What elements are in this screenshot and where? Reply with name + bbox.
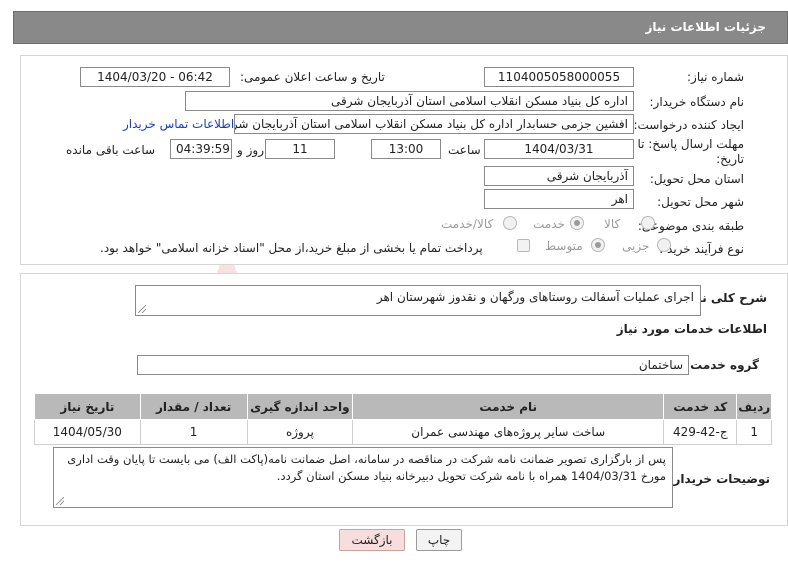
page-title: جزئیات اطلاعات نیاز: [645, 20, 766, 34]
buyer-contact-link[interactable]: اطلاعات تماس خریدار: [123, 117, 234, 131]
services-heading: اطلاعات خدمات مورد نیاز: [616, 322, 767, 336]
buyer-notes-line1: پس از بارگزاری تصویر ضمانت نامه شرکت در …: [67, 452, 666, 466]
process-option-medium: متوسط: [545, 239, 583, 253]
services-table: ردیف کد خدمت نام خدمت واحد اندازه گیری ت…: [34, 393, 772, 445]
col-service-code: کد خدمت: [663, 393, 738, 420]
buyer-notes-label: توضیحات خریدار:: [668, 472, 770, 486]
category-option-goods: کالا: [604, 217, 621, 231]
col-unit: واحد اندازه گیری: [246, 393, 354, 420]
service-group-field: ساختمان: [137, 355, 689, 375]
buyer-notes-line2: مورخ 1404/03/31 همراه با نامه شرکت تحویل…: [276, 469, 666, 483]
deadline-label-line2: تاریخ:: [716, 152, 744, 166]
remaining-time-label: ساعت باقی مانده: [66, 143, 156, 157]
category-radio-service[interactable]: [570, 216, 584, 230]
col-row: ردیف: [736, 393, 772, 420]
cell-unit: پروژه: [246, 419, 354, 445]
days-label: روز و: [237, 143, 264, 157]
requester-field: افشین جزمی حسابدار اداره کل بنیاد مسکن ا…: [234, 114, 634, 134]
deadline-time-label: ساعت: [448, 143, 481, 157]
need-number-label: شماره نیاز:: [687, 70, 744, 84]
city-label: شهر محل تحویل:: [657, 195, 744, 209]
process-option-minor: جزیی: [622, 239, 650, 253]
buyer-label: نام دستگاه خریدار:: [649, 95, 745, 109]
cell-row: 1: [736, 419, 772, 445]
announce-field: 1404/03/20 - 06:42: [80, 67, 230, 87]
treasury-checkbox[interactable]: [517, 239, 530, 252]
days-remaining-field: 11: [265, 139, 335, 159]
buyer-field: اداره کل بنیاد مسکن انقلاب اسلامی استان …: [185, 91, 634, 111]
category-option-goods-service: کالا/خدمت: [441, 217, 494, 231]
category-option-service: خدمت: [533, 217, 565, 231]
process-radio-medium[interactable]: [591, 238, 605, 252]
need-number-field: 1104005058000055: [484, 67, 634, 87]
deadline-date-field: 1404/03/31: [484, 139, 634, 159]
cell-need-date: 1404/05/30: [34, 419, 141, 445]
deadline-label-line1: مهلت ارسال پاسخ: تا: [637, 137, 744, 151]
deadline-time-field: 13:00: [371, 139, 441, 159]
payment-note: پرداخت تمام یا بخشی از مبلغ خرید،از محل …: [100, 241, 483, 255]
remaining-time-field: 04:39:59: [170, 139, 232, 159]
back-button[interactable]: بازگشت: [339, 529, 405, 551]
cell-quantity: 1: [139, 419, 248, 445]
col-service-name: نام خدمت: [352, 393, 665, 420]
process-label: نوع فرآیند خرید :: [659, 242, 744, 256]
resize-handle[interactable]: [56, 497, 64, 505]
cell-service-name: ساخت سایر پروژه‌های مهندسی عمران: [352, 419, 665, 445]
service-group-label: گروه خدمت:: [685, 358, 759, 372]
province-field: آذربایجان شرقی: [484, 166, 634, 186]
general-desc-textarea[interactable]: اجرای عملیات آسفالت روستاهای ورگهان و نق…: [135, 285, 701, 316]
category-radio-goods-service[interactable]: [503, 216, 517, 230]
resize-handle[interactable]: [138, 305, 146, 313]
announce-label: تاریخ و ساعت اعلان عمومی:: [240, 70, 385, 84]
requester-label: ایجاد کننده درخواست:: [633, 118, 744, 132]
col-quantity: تعداد / مقدار: [139, 393, 248, 420]
print-button[interactable]: چاپ: [416, 529, 462, 551]
category-radio-goods[interactable]: [641, 216, 655, 230]
buyer-notes-textarea[interactable]: پس از بارگزاری تصویر ضمانت نامه شرکت در …: [53, 447, 673, 508]
table-header-row: ردیف کد خدمت نام خدمت واحد اندازه گیری ت…: [34, 393, 772, 420]
general-desc-text: اجرای عملیات آسفالت روستاهای ورگهان و نق…: [376, 290, 694, 304]
province-label: استان محل تحویل:: [649, 172, 744, 186]
table-row: 1 ج-42-429 ساخت سایر پروژه‌های مهندسی عم…: [34, 419, 772, 445]
process-radio-minor[interactable]: [657, 238, 671, 252]
col-need-date: تاریخ نیاز: [34, 393, 141, 420]
city-field: اهر: [484, 189, 634, 209]
cell-service-code: ج-42-429: [663, 419, 738, 445]
